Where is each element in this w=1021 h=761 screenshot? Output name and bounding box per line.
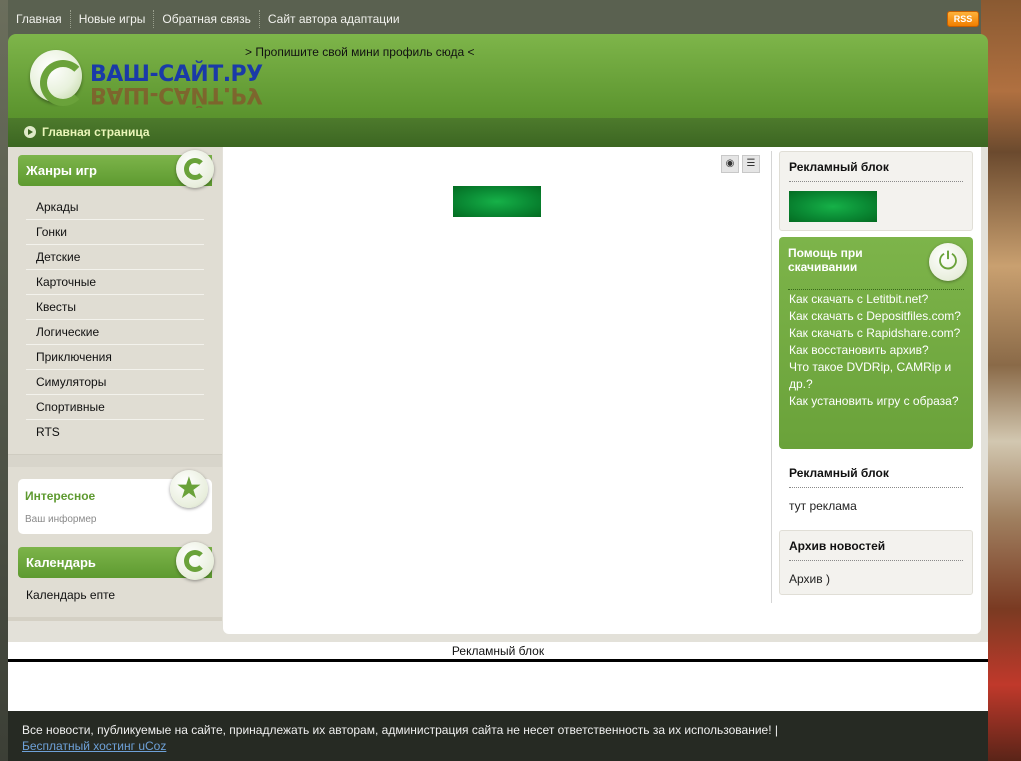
genre-item-kids[interactable]: Детские: [26, 245, 204, 270]
left-edge-background: [0, 0, 8, 761]
genre-item-cards[interactable]: Карточные: [26, 270, 204, 295]
download-help-block: Помощь при скачивании Как скачать с Leti…: [779, 237, 973, 449]
list-icon[interactable]: ☰: [742, 155, 760, 173]
help-link-letitbit[interactable]: Как скачать с Letitbit.net?: [789, 291, 967, 308]
top-navigation: Главная Новые игры Обратная связь Сайт а…: [8, 8, 408, 30]
genre-item-simulators[interactable]: Симуляторы: [26, 370, 204, 395]
ad-block-2-text: тут реклама: [789, 499, 857, 513]
column-divider: [771, 151, 772, 603]
calendar-header: Календарь: [18, 542, 214, 580]
help-link-depositfiles[interactable]: Как скачать с Depositfiles.com?: [789, 308, 967, 325]
logo-icon[interactable]: [30, 50, 86, 106]
site-header: ВАШ-САЙТ.РУ ВАШ-САЙТ.РУ > Пропишите свой…: [8, 34, 988, 118]
genre-item-quests[interactable]: Квесты: [26, 295, 204, 320]
genre-item-sports[interactable]: Спортивные: [26, 395, 204, 420]
content-area: Жанры игр Аркады Гонки Детские Карточные…: [8, 147, 988, 642]
nav-home-link[interactable]: Главная: [8, 10, 71, 28]
genre-item-logic[interactable]: Логические: [26, 320, 204, 345]
nav-new-games-link[interactable]: Новые игры: [71, 10, 155, 28]
bottom-blank-area: [8, 662, 988, 711]
mini-profile-message: > Пропишите свой мини профиль сюда <: [245, 45, 475, 59]
dotted-divider: [788, 289, 964, 290]
left-sidebar: Жанры игр Аркады Гонки Детские Карточные…: [8, 147, 222, 621]
news-archive-link[interactable]: Архив ): [789, 572, 830, 586]
ad-banner[interactable]: [789, 191, 877, 222]
news-archive-block: Архив новостей Архив ): [779, 530, 973, 595]
eye-icon[interactable]: ◉: [721, 155, 739, 173]
help-link-dvdrip[interactable]: Что такое DVDRip, CAMRip и др.?: [789, 359, 967, 393]
ad-block-2: Рекламный блок тут реклама: [779, 457, 973, 519]
help-link-install-image[interactable]: Как установить игру с образа?: [789, 393, 967, 410]
interesting-title: Интересное: [25, 489, 96, 503]
interesting-block: Интересное Ваш информер: [18, 470, 212, 534]
nav-feedback-link[interactable]: Обратная связь: [154, 10, 260, 28]
calendar-content: Календарь епте: [26, 588, 116, 602]
genre-item-racing[interactable]: Гонки: [26, 220, 204, 245]
news-archive-title: Архив новостей: [789, 539, 886, 553]
main-content: ◉ ☰ Рекламный блок Помощь при скачивании…: [223, 147, 981, 634]
genre-item-arcade[interactable]: Аркады: [26, 195, 204, 220]
genres-title: Жанры игр: [26, 163, 97, 178]
g-logo-icon: [176, 542, 214, 580]
genre-item-adventure[interactable]: Приключения: [26, 345, 204, 370]
breadcrumb-current: Главная страница: [42, 125, 150, 139]
sidebar-divider: [8, 454, 222, 467]
genre-item-rts[interactable]: RTS: [26, 420, 204, 445]
help-links-list: Как скачать с Letitbit.net? Как скачать …: [789, 291, 967, 410]
help-link-rapidshare[interactable]: Как скачать с Rapidshare.com?: [789, 325, 967, 342]
genres-list: Аркады Гонки Детские Карточные Квесты Ло…: [26, 195, 204, 445]
ad-block-1-title: Рекламный блок: [789, 160, 889, 174]
ad-block-2-title: Рекламный блок: [789, 466, 889, 480]
sidebar-bottom-edge: [8, 617, 222, 621]
breadcrumb: Главная страница: [8, 118, 988, 147]
dotted-divider: [789, 181, 963, 182]
informer-placeholder: Ваш информер: [25, 514, 97, 525]
download-help-title: Помощь при скачивании: [788, 246, 863, 274]
bottom-ad-strip: Рекламный блок: [8, 642, 988, 660]
ad-block-1: Рекламный блок: [779, 151, 973, 231]
play-arrow-icon: [24, 126, 36, 138]
star-icon: [170, 470, 208, 508]
help-link-restore-archive[interactable]: Как восстановить архив?: [789, 342, 967, 359]
site-logo-reflection: ВАШ-САЙТ.РУ: [90, 82, 263, 107]
power-icon: [929, 243, 967, 281]
g-logo-icon: [176, 150, 214, 188]
site-footer: Все новости, публикуемые на сайте, прина…: [8, 711, 988, 761]
rss-button[interactable]: RSS: [947, 11, 979, 27]
footer-disclaimer: Все новости, публикуемые на сайте, прина…: [22, 723, 779, 737]
ucoz-hosting-link[interactable]: Бесплатный хостинг uCoz: [22, 739, 166, 753]
dotted-divider: [789, 560, 963, 561]
calendar-title: Календарь: [26, 555, 96, 570]
genres-header: Жанры игр: [18, 150, 214, 188]
ad-banner[interactable]: [453, 186, 541, 217]
nav-author-site-link[interactable]: Сайт автора адаптации: [260, 10, 408, 28]
dotted-divider: [789, 487, 963, 488]
